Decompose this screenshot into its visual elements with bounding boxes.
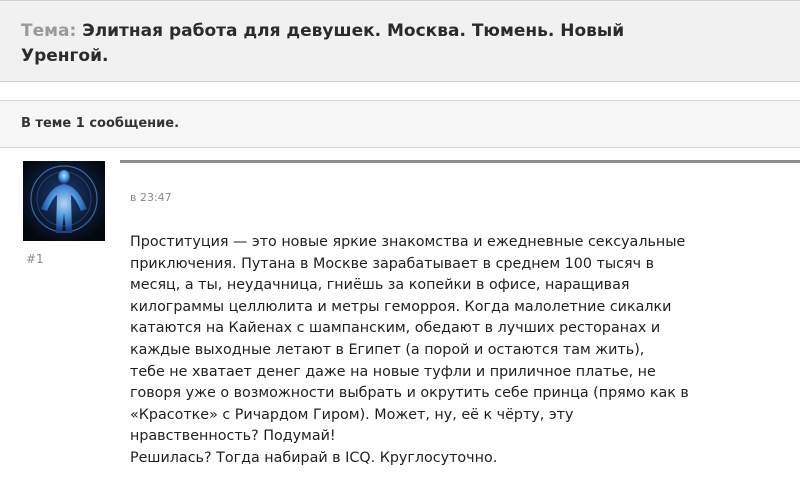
post: #1 в 23:47 Проституция — это новые яркие… [0, 150, 800, 496]
post-body: Проституция — это новые яркие знакомства… [130, 234, 689, 466]
post-divider [120, 160, 800, 163]
message-count-bar: В теме 1 сообщение. [0, 100, 800, 148]
message-count: В теме 1 сообщение. [21, 116, 180, 131]
topic-prefix: Тема: [21, 21, 77, 41]
post-timestamp[interactable]: в 23:47 [130, 191, 172, 204]
glowing-figure-icon [23, 161, 105, 241]
topic-title-text: Элитная работа для девушек. Москва. Тюме… [21, 21, 625, 66]
avatar[interactable] [23, 161, 105, 241]
post-number[interactable]: #1 [26, 252, 44, 266]
topic-header: Тема: Элитная работа для девушек. Москва… [0, 0, 800, 82]
page-title: Тема: Элитная работа для девушек. Москва… [21, 19, 681, 69]
